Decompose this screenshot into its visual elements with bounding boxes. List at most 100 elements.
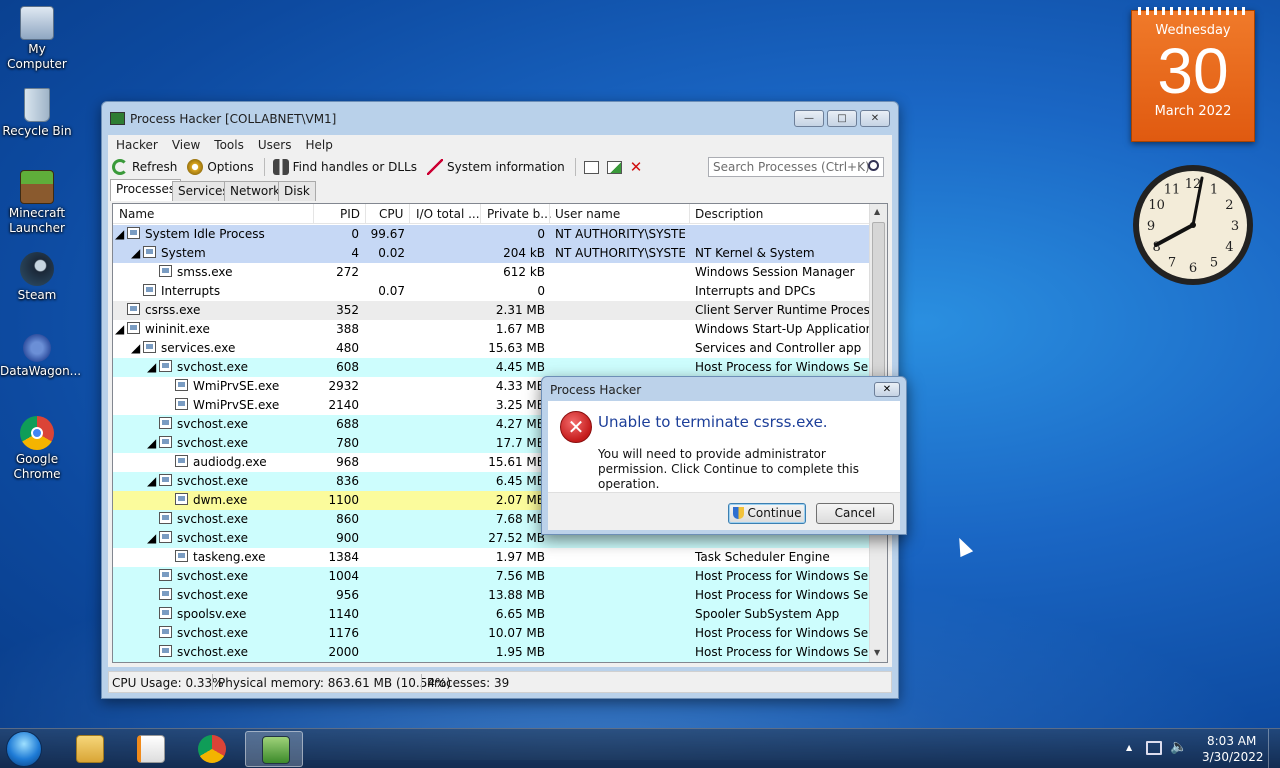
system-information-button[interactable]: System information [426, 159, 565, 175]
show-desktop-button[interactable] [1268, 729, 1280, 768]
taskbar-process-hacker[interactable] [245, 731, 303, 767]
steam-icon [20, 252, 54, 286]
column-cpu[interactable]: CPU [379, 207, 403, 221]
process-row[interactable]: ◢ System Idle Process 0 99.67 0 NT AUTHORITY\… [113, 225, 870, 244]
column-user-name[interactable]: User name [555, 207, 620, 221]
process-private-bytes: 2.31 MB [495, 303, 545, 317]
cancel-button[interactable]: Cancel [816, 503, 894, 524]
search-processes-input[interactable]: Search Processes (Ctrl+K) [708, 157, 884, 177]
process-cpu: 0.02 [378, 246, 405, 260]
tray-show-hidden-icon[interactable]: ▲ [1126, 743, 1132, 752]
window-go-icon[interactable] [606, 160, 622, 174]
process-user-name: NT AUTHORITY\SYSTEM [555, 246, 685, 260]
minimize-button[interactable]: — [794, 110, 824, 127]
tab-processes[interactable]: Processes [110, 179, 182, 201]
refresh-button[interactable]: Refresh [112, 159, 177, 175]
process-row[interactable]: ◢ services.exe 480 15.63 MB Services and Con… [113, 339, 870, 358]
column-divider[interactable] [689, 204, 690, 224]
tree-expander-icon[interactable]: ◢ [147, 531, 156, 545]
clock-time[interactable]: 8:03 AM [1207, 734, 1256, 748]
process-row[interactable]: ◢ wininit.exe 388 1.67 MB Windows Start-Up A… [113, 320, 873, 339]
window-titlebar[interactable]: Process Hacker [COLLABNET\VM1] — □ ✕ [102, 102, 898, 135]
process-pid: 2140 [328, 398, 359, 412]
tab-disk[interactable]: Disk [278, 181, 316, 201]
scroll-up-arrow[interactable]: ▲ [874, 207, 880, 216]
column-private-bytes[interactable]: Private b... [487, 207, 552, 221]
desktop-icon-minecraft[interactable]: Minecraft Launcher [0, 170, 74, 236]
scroll-down-arrow[interactable]: ▼ [874, 648, 880, 657]
process-description: Host Process for Windows Ser... [695, 569, 884, 583]
tree-expander-icon[interactable]: ◢ [131, 341, 140, 355]
menu-tools[interactable]: Tools [214, 138, 244, 152]
status-cpu-usage: CPU Usage: 0.33% [112, 676, 224, 690]
column-io-total[interactable]: I/O total ... [416, 207, 480, 221]
desktop-icon-google-chrome[interactable]: Google Chrome [0, 416, 74, 482]
folder-icon [76, 735, 104, 763]
tree-expander-icon[interactable]: ◢ [147, 436, 156, 450]
desktop-icon-recycle-bin[interactable]: Recycle Bin [0, 88, 74, 139]
taskbar-media-player[interactable] [121, 731, 179, 767]
continue-button[interactable]: Continue [728, 503, 806, 524]
find-handles-button[interactable]: Find handles or DLLs [272, 159, 417, 175]
desktop-icon-steam[interactable]: Steam [0, 252, 74, 303]
process-private-bytes: 17.7 MB [495, 436, 545, 450]
tab-network[interactable]: Network [224, 181, 287, 201]
network-icon[interactable] [1146, 741, 1162, 755]
column-description[interactable]: Description [695, 207, 763, 221]
menu-users[interactable]: Users [258, 138, 292, 152]
process-private-bytes: 612 kB [503, 265, 545, 279]
window-icon[interactable] [583, 160, 599, 174]
process-row[interactable]: ◢ svchost.exe 608 4.45 MB Host Process for W… [113, 358, 883, 377]
process-row[interactable]: csrss.exe 352 2.31 MB Client Server Runtime… [113, 301, 876, 320]
taskbar: ▲ 🔈 8:03 AM 3/30/2022 [0, 728, 1280, 768]
menu-view[interactable]: View [172, 138, 200, 152]
process-row[interactable]: ◢ System 4 0.02 204 kB NT AUTHORITY\SYSTEM NT … [113, 244, 870, 263]
process-row[interactable]: svchost.exe 2000 1.95 MB Host Process for W… [113, 643, 883, 662]
column-divider[interactable] [480, 204, 481, 224]
calendar-gadget[interactable]: Wednesday 30 March 2022 [1131, 7, 1255, 142]
desktop-icon-my-computer[interactable]: My Computer [0, 6, 74, 72]
menu-help[interactable]: Help [305, 138, 332, 152]
process-row[interactable]: svchost.exe 956 13.88 MB Host Process for W… [113, 586, 883, 605]
tree-expander-icon[interactable]: ◢ [115, 227, 124, 241]
column-divider[interactable] [313, 204, 314, 224]
process-row[interactable]: taskeng.exe 1384 1.97 MB Task Scheduler Eng… [113, 548, 870, 567]
clock-numeral: 7 [1168, 255, 1176, 270]
process-name: svchost.exe [177, 531, 248, 545]
volume-icon[interactable]: 🔈 [1170, 739, 1187, 755]
column-divider[interactable] [409, 204, 410, 224]
tree-expander-icon[interactable]: ◢ [147, 360, 156, 374]
clock-date[interactable]: 3/30/2022 [1202, 750, 1264, 764]
tree-expander-icon[interactable]: ◢ [115, 322, 124, 336]
close-button[interactable]: ✕ [860, 110, 890, 127]
status-bar: CPU Usage: 0.33% Physical memory: 863.61… [108, 671, 892, 693]
process-description: Host Process for Windows Ser... [695, 360, 884, 374]
tree-expander-icon[interactable]: ◢ [131, 246, 140, 260]
process-pid: 956 [336, 588, 359, 602]
desktop-icon-datawagon[interactable]: DataWagon... [0, 334, 81, 379]
column-name[interactable]: Name [119, 207, 154, 221]
maximize-button[interactable]: □ [827, 110, 857, 127]
menu-hacker[interactable]: Hacker [116, 138, 158, 152]
process-pid: 1176 [328, 626, 359, 640]
terminate-x-icon[interactable]: ✕ [630, 158, 643, 176]
process-row[interactable]: svchost.exe 1004 7.56 MB Host Process for W… [113, 567, 883, 586]
process-row[interactable]: svchost.exe 1176 10.07 MB Host Process for … [113, 624, 883, 643]
taskbar-chrome[interactable] [182, 731, 240, 767]
process-row[interactable]: spoolsv.exe 1140 6.65 MB Spooler SubSystem … [113, 605, 870, 624]
process-row[interactable]: smss.exe 272 612 kB Windows Session Manager [113, 263, 870, 282]
start-button[interactable] [6, 731, 42, 767]
column-pid[interactable]: PID [340, 207, 360, 221]
process-icon [143, 246, 156, 258]
dialog-close-button[interactable]: ✕ [874, 382, 900, 397]
status-process-count: Processes: 39 [427, 676, 510, 690]
taskbar-explorer[interactable] [60, 731, 118, 767]
tree-expander-icon[interactable]: ◢ [147, 474, 156, 488]
recycle-bin-icon [24, 88, 50, 122]
options-button[interactable]: Options [187, 159, 254, 175]
process-row[interactable]: Interrupts 0.07 0 Interrupts and DPCs [113, 282, 870, 301]
column-divider[interactable] [549, 204, 550, 224]
error-dialog[interactable]: Process Hacker ✕ ✕ Unable to terminate c… [541, 376, 907, 535]
clock-gadget[interactable]: 12 1234567891011 [1130, 162, 1256, 288]
column-divider[interactable] [365, 204, 366, 224]
